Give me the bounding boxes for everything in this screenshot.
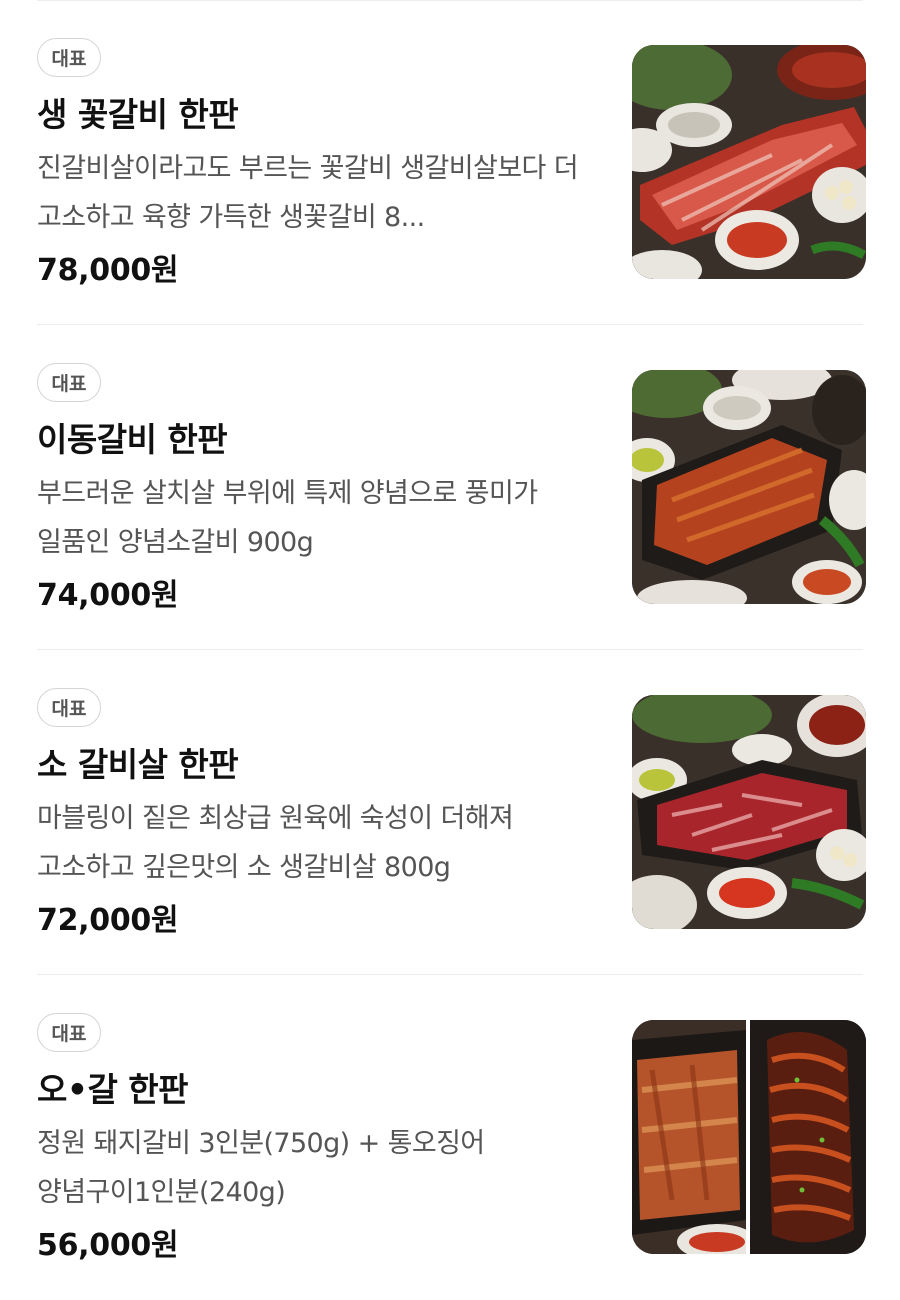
marinated-rib-platter-photo[interactable] (632, 370, 866, 604)
menu-item-title: 이동갈비 한판 (37, 420, 228, 459)
signature-badge: 대표 (37, 363, 101, 402)
menu-item[interactable]: 대표 소 갈비살 한판 마블링이 짙은 최상급 원육에 숙성이 더해져 고소하고… (0, 650, 900, 975)
menu-item-description: 마블링이 짙은 최상급 원육에 숙성이 더해져 고소하고 깊은맛의 소 생갈비살… (37, 803, 514, 883)
menu-item-title: 소 갈비살 한판 (37, 745, 239, 784)
menu-item-price: 74,000원 (37, 578, 179, 613)
menu-item-title: 오•갈 한판 (37, 1070, 189, 1109)
menu-item-title: 생 꽃갈비 한판 (37, 95, 239, 134)
signature-badge: 대표 (37, 38, 101, 77)
menu-item-description: 부드러운 살치살 부위에 특제 양념으로 풍미가 일품인 양념소갈비 900g (37, 478, 538, 558)
signature-badge: 대표 (37, 688, 101, 727)
pork-rib-and-squid-photo[interactable] (632, 1020, 866, 1254)
signature-badge: 대표 (37, 1013, 101, 1052)
menu-item-price: 56,000원 (37, 1228, 179, 1263)
menu-item-description: 정원 돼지갈비 3인분(750g) + 통오징어 양념구이1인분(240g) (37, 1128, 485, 1208)
menu-item-description: 진갈비살이라고도 부르는 꽃갈비 생갈비살보다 더 고소하고 육향 가득한 생꽃… (37, 153, 579, 233)
menu-item[interactable]: 대표 오•갈 한판 정원 돼지갈비 3인분(750g) + 통오징어 양념구이1… (0, 975, 900, 1300)
menu-item-price: 72,000원 (37, 903, 179, 938)
menu-item[interactable]: 대표 생 꽃갈비 한판 진갈비살이라고도 부르는 꽃갈비 생갈비살보다 더 고소… (0, 0, 900, 325)
menu-item-price: 78,000원 (37, 253, 179, 288)
raw-rib-platter-photo[interactable] (632, 45, 866, 279)
beef-rib-meat-platter-photo[interactable] (632, 695, 866, 929)
menu-item[interactable]: 대표 이동갈비 한판 부드러운 살치살 부위에 특제 양념으로 풍미가 일품인 … (0, 325, 900, 650)
